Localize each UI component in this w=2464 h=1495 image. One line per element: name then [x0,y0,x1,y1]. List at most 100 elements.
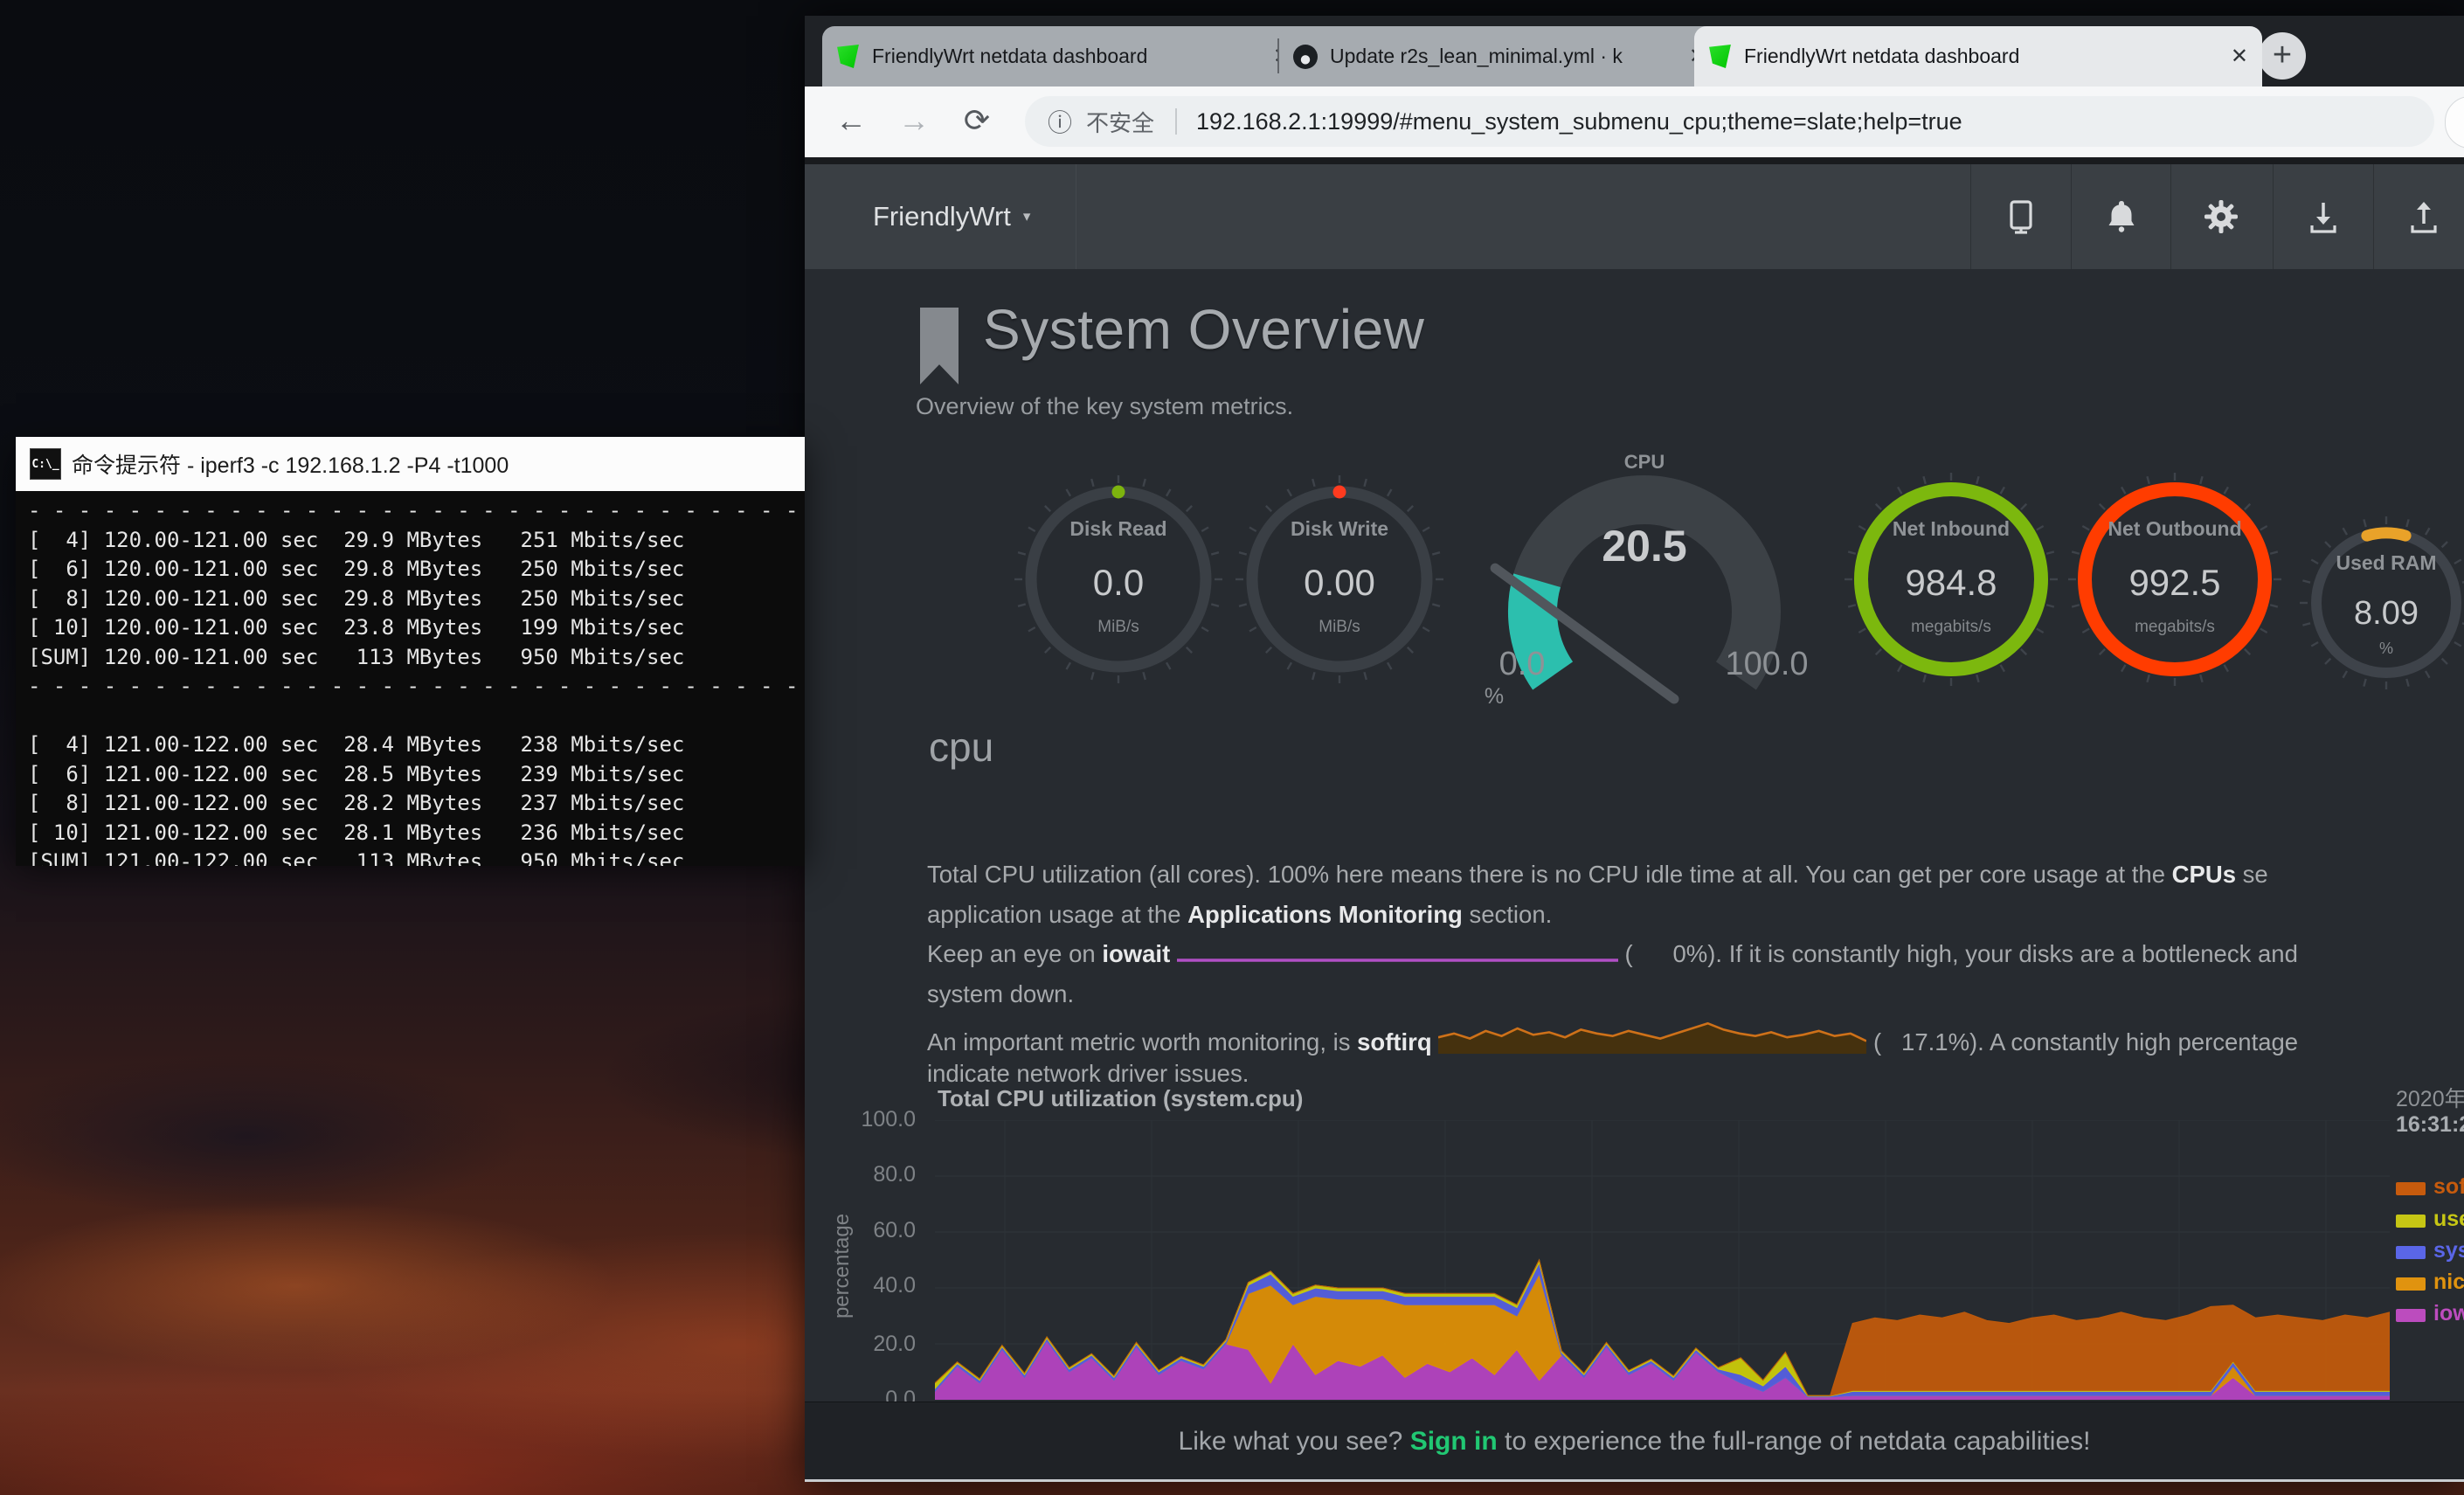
text-segment: se [2236,861,2268,888]
terminal-line: [ 8] 121.00-122.00 sec 28.2 MBytes 237 M… [28,789,805,819]
alarms-button[interactable] [2071,164,2171,269]
back-button[interactable]: ← [829,87,873,157]
gauge-used-ram[interactable]: Used RAM 8.09% [2273,481,2464,725]
legend-label: iowait [2433,1301,2464,1325]
signin-banner: Like what you see? Sign in to experience… [805,1402,2464,1480]
new-tab-button[interactable]: + [2259,32,2306,80]
inline-link[interactable]: CPUs [2172,861,2236,888]
terminal-line [28,702,805,731]
bell-icon [2101,196,2142,238]
tab-title: FriendlyWrt netdata dashboard [872,45,1263,68]
terminal-line: [ 4] 120.00-121.00 sec 29.9 MBytes 251 M… [28,526,805,556]
tab-strip: FriendlyWrt netdata dashboard ✕ Update r… [805,16,2464,87]
monitor-icon [2000,196,2042,238]
paragraph-line: application usage at the Applications Mo… [927,895,2464,935]
brand-dropdown[interactable]: FriendlyWrt ▾ [827,164,1076,269]
terminal-line: - - - - - - - - - - - - - - - - - - - - … [28,672,805,702]
security-label[interactable]: 不安全 [1086,106,1154,138]
text-segment [1432,1028,1439,1055]
svg-text:megabits/s: megabits/s [2135,618,2215,636]
legend-swatch [2396,1277,2426,1291]
download-icon [2302,196,2344,238]
svg-text:984.8: 984.8 [1905,562,1997,603]
import-snapshot-button[interactable] [2273,164,2373,269]
window-bottom-edge [805,1479,2464,1482]
banner-text: to experience the full-range of netdata … [1498,1427,2091,1456]
text-segment: system down. [927,980,1074,1007]
y-tick-label: 60.0 [839,1218,916,1243]
terminal-line: [SUM] 120.00-121.00 sec 113 MBytes 950 M… [28,643,805,673]
chart-timestamp-time: 16:31:2 [2396,1112,2464,1138]
y-tick-label: 20.0 [839,1332,916,1357]
tab-title: Update r2s_lean_minimal.yml · k [1330,45,1678,68]
text-segment: Total CPU utilization (all cores). 100% … [927,861,2172,888]
tab-friendlywrt-2-active[interactable]: FriendlyWrt netdata dashboard ✕ [1694,26,2262,87]
text-segment: An important metric worth monitoring, is [927,1028,1357,1055]
tab-friendlywrt-1[interactable]: FriendlyWrt netdata dashboard ✕ [822,26,1305,87]
gear-icon [2200,196,2242,238]
svg-text:Disk Write: Disk Write [1291,517,1388,540]
legend-swatch [2396,1215,2426,1228]
text-segment: application usage at the [927,901,1187,928]
legend-swatch [2396,1182,2426,1195]
svg-text:Disk Read: Disk Read [1069,517,1166,540]
y-tick-label: 80.0 [839,1162,916,1187]
text-segment: Keep an eye on [927,940,1102,967]
paragraph-line: Keep an eye on iowait ( 0%). If it is co… [927,934,2464,974]
url-text[interactable]: 192.168.2.1:19999/#menu_system_submenu_c… [1196,108,1962,135]
svg-text:%: % [2379,640,2393,657]
export-snapshot-button[interactable] [2373,164,2464,269]
gauge-disk-read[interactable]: Disk Read0.0MiB/s [1005,457,1232,702]
netdata-favicon [836,45,860,68]
reload-button[interactable]: ⟳ [955,87,999,157]
settings-button[interactable] [2170,164,2271,269]
legend-label: nice [2433,1270,2464,1294]
tab-close-icon[interactable]: ✕ [2231,46,2248,67]
chevron-down-icon: ▾ [1023,208,1031,225]
terminal-output[interactable]: - - - - - - - - - - - - - - - - - - - - … [16,491,805,866]
svg-text:992.5: 992.5 [2128,562,2220,603]
sign-in-link[interactable]: Sign in [1410,1427,1498,1456]
svg-text:100.0: 100.0 [1725,646,1808,682]
text-segment: ( 17.1%). A constantly high percentage [1866,1028,2298,1055]
cpu-utilization-chart[interactable] [935,1120,2390,1400]
legend-label: system [2433,1238,2464,1263]
page-title: System Overview [983,297,1424,362]
paragraph-line: Total CPU utilization (all cores). 100% … [927,855,2464,895]
legend-item-user[interactable]: user [2396,1207,2464,1233]
svg-text:Used RAM: Used RAM [2336,551,2436,574]
terminal-line: [ 4] 121.00-122.00 sec 28.4 MBytes 238 M… [28,730,805,760]
page-info-icon[interactable]: ⓘ [1048,104,1072,139]
svg-text:0.0: 0.0 [1093,562,1144,603]
terminal-line: [SUM] 121.00-122.00 sec 113 MBytes 950 M… [28,848,805,866]
legend-item-nice[interactable]: nice [2396,1270,2464,1296]
y-tick-label: 40.0 [839,1273,916,1298]
tab-github[interactable]: Update r2s_lean_minimal.yml · k ✕ [1279,26,1720,87]
legend-item-iowait[interactable]: iowait [2396,1301,2464,1327]
chart-timestamp-date: 2020年3 [2396,1082,2464,1113]
legend-item-system[interactable]: system [2396,1238,2464,1264]
terminal-window[interactable]: C:\_ 命令提示符 - iperf3 -c 192.168.1.2 -P4 -… [16,437,805,861]
nodes-view-button[interactable] [1970,164,2071,269]
terminal-titlebar[interactable]: C:\_ 命令提示符 - iperf3 -c 192.168.1.2 -P4 -… [16,437,805,491]
terminal-line: [ 8] 120.00-121.00 sec 29.8 MBytes 250 M… [28,585,805,614]
svg-text:MiB/s: MiB/s [1319,618,1360,636]
terminal-line: [ 10] 120.00-121.00 sec 23.8 MBytes 199 … [28,613,805,643]
cmd-icon: C:\_ [30,448,61,480]
forward-button[interactable]: → [892,87,936,157]
gauge-net-outbound[interactable]: Net Outbound992.5megabits/s [2061,457,2288,702]
svg-text:8.09: 8.09 [2354,595,2419,632]
chart-y-axis-label: percentage [830,1179,853,1353]
address-bar[interactable]: ⓘ 不安全 192.168.2.1:19999/#menu_system_sub… [1025,96,2434,147]
gauge-net-inbound[interactable]: Net Inbound984.8megabits/s [1838,457,2065,702]
text-segment [1170,940,1177,967]
gauge-cpu[interactable]: CPU20.50.0100.0% [1461,428,1828,743]
inline-link[interactable]: Applications Monitoring [1187,901,1463,928]
legend-label: softirq [2433,1174,2464,1199]
legend-item-softirq[interactable]: softirq [2396,1174,2464,1201]
legend-swatch [2396,1246,2426,1259]
terminal-line: [ 10] 121.00-122.00 sec 28.1 MBytes 236 … [28,819,805,848]
gauge-disk-write[interactable]: Disk Write0.00MiB/s [1226,457,1453,702]
svg-text:%: % [1485,684,1504,709]
banner-text: Like what you see? [1179,1427,1410,1456]
